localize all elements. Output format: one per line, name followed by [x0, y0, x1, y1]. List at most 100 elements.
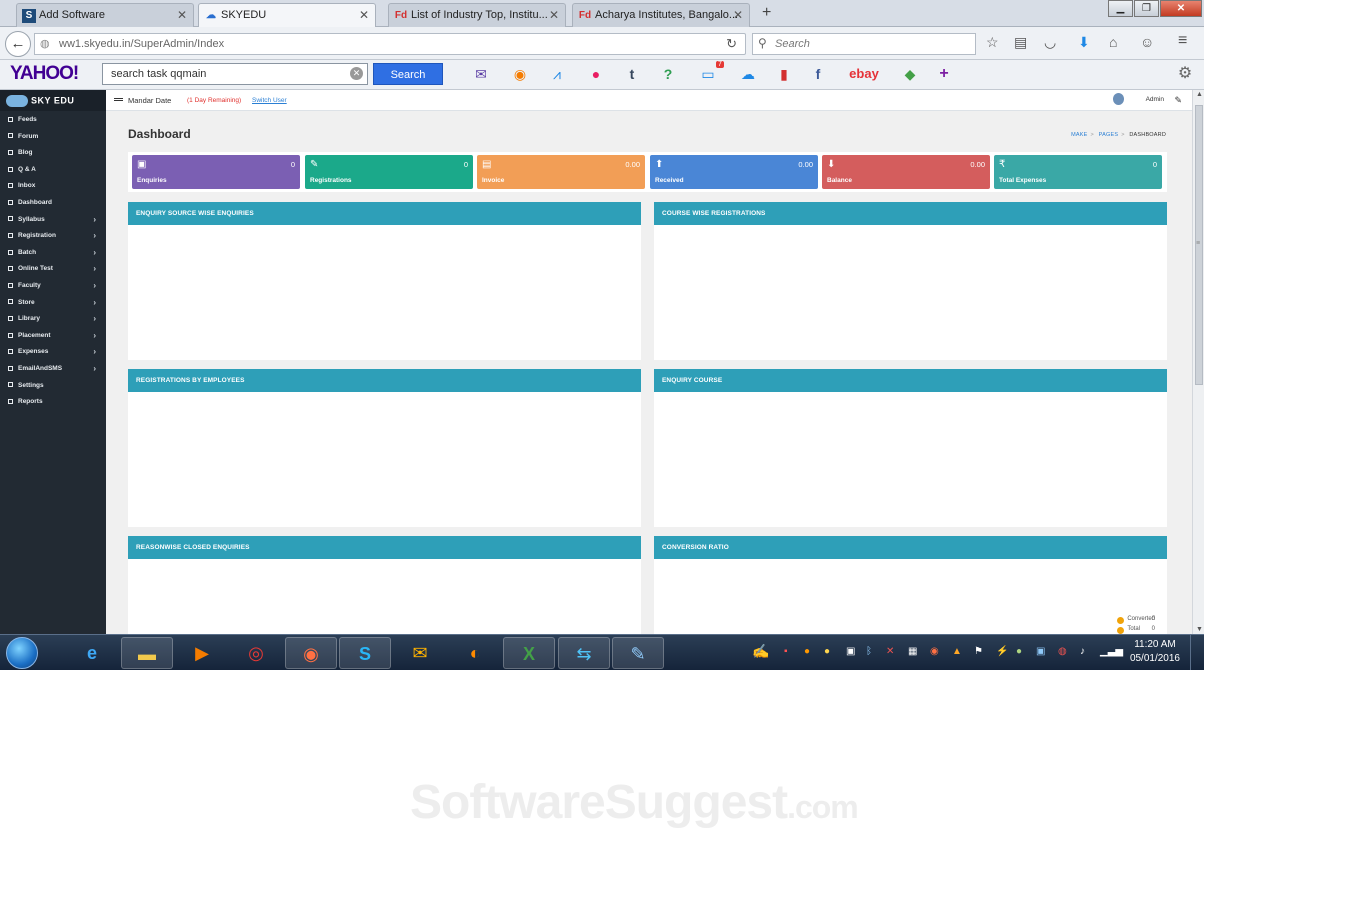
bookmark-icon[interactable]: ▮: [774, 65, 794, 83]
tab-acharya[interactable]: Fd Acharya Institutes, Bangalo... ✕: [572, 3, 750, 27]
restore-icon[interactable]: ❐: [1134, 0, 1159, 17]
tab-industry-list[interactable]: Fd List of Industry Top, Institu... ✕: [388, 3, 566, 27]
add-icon[interactable]: +: [934, 65, 954, 83]
sidebar-item-emailandsms[interactable]: EmailAndSMS ›: [0, 360, 106, 377]
stat-card-total-expenses[interactable]: ₹ 0 Total Expenses: [994, 155, 1162, 189]
chrome-icon[interactable]: ◎: [230, 637, 282, 669]
sidebar-item-reports[interactable]: Reports: [0, 393, 106, 410]
sidebar-item-dashboard[interactable]: Dashboard: [0, 194, 106, 211]
bookmark-star-icon[interactable]: ☆: [986, 34, 999, 51]
sidebar-item-library[interactable]: Library ›: [0, 310, 106, 327]
browser-search-input[interactable]: ⚲ Search: [752, 33, 976, 55]
media-player-icon[interactable]: ▶: [176, 637, 228, 669]
tray-app-icon[interactable]: ▣: [1036, 646, 1045, 657]
uc-browser-icon[interactable]: ◐: [449, 637, 501, 669]
tab-add-software[interactable]: S Add Software ✕: [16, 3, 194, 27]
sports-ball-icon[interactable]: ◉: [510, 65, 530, 83]
download-icon[interactable]: ⬇: [1078, 34, 1090, 51]
admin-label[interactable]: Admin: [1146, 96, 1164, 103]
outlook-icon[interactable]: ✉: [394, 637, 446, 669]
sidebar-item-registration[interactable]: Registration ›: [0, 227, 106, 244]
tab-skyedu[interactable]: ☁ SKYEDU ✕: [198, 3, 376, 27]
scroll-up-icon[interactable]: ▲: [1196, 91, 1203, 98]
coupon-tag-icon[interactable]: ◆: [900, 65, 920, 83]
tray-app-icon[interactable]: ●: [804, 646, 810, 657]
breadcrumb-item-pages[interactable]: PAGES: [1099, 132, 1119, 138]
home-icon[interactable]: ⌂: [1109, 34, 1117, 50]
breadcrumb-item-make[interactable]: MAKE: [1071, 132, 1087, 138]
yahoo-logo[interactable]: YAHOO!: [10, 63, 79, 85]
sidebar-item-expenses[interactable]: Expenses ›: [0, 343, 106, 360]
switch-user-link[interactable]: Switch User: [252, 97, 287, 104]
tab-close-icon[interactable]: ✕: [549, 8, 559, 22]
edit-profile-icon[interactable]: ✎: [1174, 95, 1182, 106]
tab-close-icon[interactable]: ✕: [733, 8, 743, 22]
mail-icon[interactable]: ✉: [471, 65, 491, 83]
firefox-icon[interactable]: ◉: [285, 637, 337, 669]
excel-icon[interactable]: X: [503, 637, 555, 669]
volume-icon[interactable]: ♪: [1080, 646, 1085, 657]
tab-close-icon[interactable]: ✕: [359, 8, 369, 22]
sidebar-toggle-icon[interactable]: [114, 98, 123, 99]
sidebar-item-feeds[interactable]: Feeds: [0, 111, 106, 128]
answers-icon[interactable]: ?: [658, 65, 678, 83]
bluetooth-icon[interactable]: ᛒ: [866, 646, 872, 657]
action-center-flag-icon[interactable]: ⚑: [974, 646, 983, 657]
pen-input-icon[interactable]: ✍: [752, 643, 769, 660]
sidebar-item-faculty[interactable]: Faculty ›: [0, 277, 106, 294]
legend-item[interactable]: Converted 0: [1117, 616, 1155, 626]
tray-app-icon[interactable]: ⚡: [996, 646, 1008, 657]
avatar[interactable]: [1113, 93, 1124, 105]
sidebar-item-q-a[interactable]: Q & A: [0, 161, 106, 178]
sidebar-item-inbox[interactable]: Inbox: [0, 177, 106, 194]
scroll-down-icon[interactable]: ▼: [1196, 626, 1203, 633]
tray-app-icon[interactable]: ▦: [908, 646, 917, 657]
skype-icon[interactable]: S: [339, 637, 391, 669]
yahoo-search-button[interactable]: Search: [373, 63, 443, 85]
start-button-icon[interactable]: [6, 637, 38, 669]
signal-strength-icon[interactable]: ▁▃▅: [1100, 646, 1123, 657]
yahoo-search-input[interactable]: search task qqmain ✕: [102, 63, 368, 85]
tab-close-icon[interactable]: ✕: [177, 8, 187, 22]
tray-app-icon[interactable]: ▲: [952, 646, 962, 657]
stat-card-enquiries[interactable]: ▣ 0 Enquiries: [132, 155, 300, 189]
finance-chart-icon[interactable]: ⩘: [547, 65, 567, 83]
tray-app-icon[interactable]: ◉: [930, 646, 939, 657]
sidebar-item-batch[interactable]: Batch ›: [0, 244, 106, 261]
new-tab-icon[interactable]: +: [762, 4, 771, 22]
system-clock[interactable]: 11:20 AM 05/01/2016: [1130, 638, 1180, 666]
brand-logo[interactable]: SKY EDU: [0, 90, 106, 111]
minimize-icon[interactable]: ▁: [1108, 0, 1133, 17]
file-explorer-icon[interactable]: ▬: [121, 637, 173, 669]
tumblr-icon[interactable]: t: [622, 65, 642, 83]
tray-app-icon[interactable]: ◍: [1058, 646, 1067, 657]
network-error-icon[interactable]: ✕: [886, 646, 894, 657]
menu-hamburger-icon[interactable]: ≡: [1178, 32, 1187, 50]
acrobat-tray-icon[interactable]: ▪: [784, 646, 788, 657]
url-bar[interactable]: ◍ ww1.skyedu.in/SuperAdmin/Index ↻: [34, 33, 746, 55]
settings-gear-icon[interactable]: ⚙: [1175, 65, 1195, 83]
stat-card-invoice[interactable]: ▤ 0.00 Invoice: [477, 155, 645, 189]
internet-explorer-icon[interactable]: e: [66, 637, 118, 669]
sidebar-item-placement[interactable]: Placement ›: [0, 327, 106, 344]
sidebar-item-blog[interactable]: Blog: [0, 144, 106, 161]
back-arrow-icon[interactable]: ←: [5, 31, 31, 57]
paint-icon[interactable]: ✎: [612, 637, 664, 669]
sidebar-item-forum[interactable]: Forum: [0, 128, 106, 145]
teamviewer-icon[interactable]: ⇆: [558, 637, 610, 669]
sidebar-item-store[interactable]: Store ›: [0, 294, 106, 311]
reload-icon[interactable]: ↻: [726, 36, 737, 52]
legend-item[interactable]: Total 0: [1117, 626, 1155, 634]
window-close-icon[interactable]: ✕: [1160, 0, 1202, 17]
tray-app-icon[interactable]: ▣: [846, 646, 855, 657]
sidebar-item-online-test[interactable]: Online Test ›: [0, 260, 106, 277]
news-icon[interactable]: ▭: [698, 65, 718, 83]
weather-icon[interactable]: ☁: [738, 65, 758, 83]
chat-icon[interactable]: ☺: [1140, 34, 1154, 50]
tray-app-icon[interactable]: ●: [824, 646, 830, 657]
facebook-icon[interactable]: f: [808, 65, 828, 83]
site-info-icon[interactable]: ◍: [40, 37, 50, 50]
stat-card-received[interactable]: ⬆ 0.00 Received: [650, 155, 818, 189]
clear-search-icon[interactable]: ✕: [350, 67, 363, 80]
pocket-icon[interactable]: ◡: [1044, 34, 1056, 51]
